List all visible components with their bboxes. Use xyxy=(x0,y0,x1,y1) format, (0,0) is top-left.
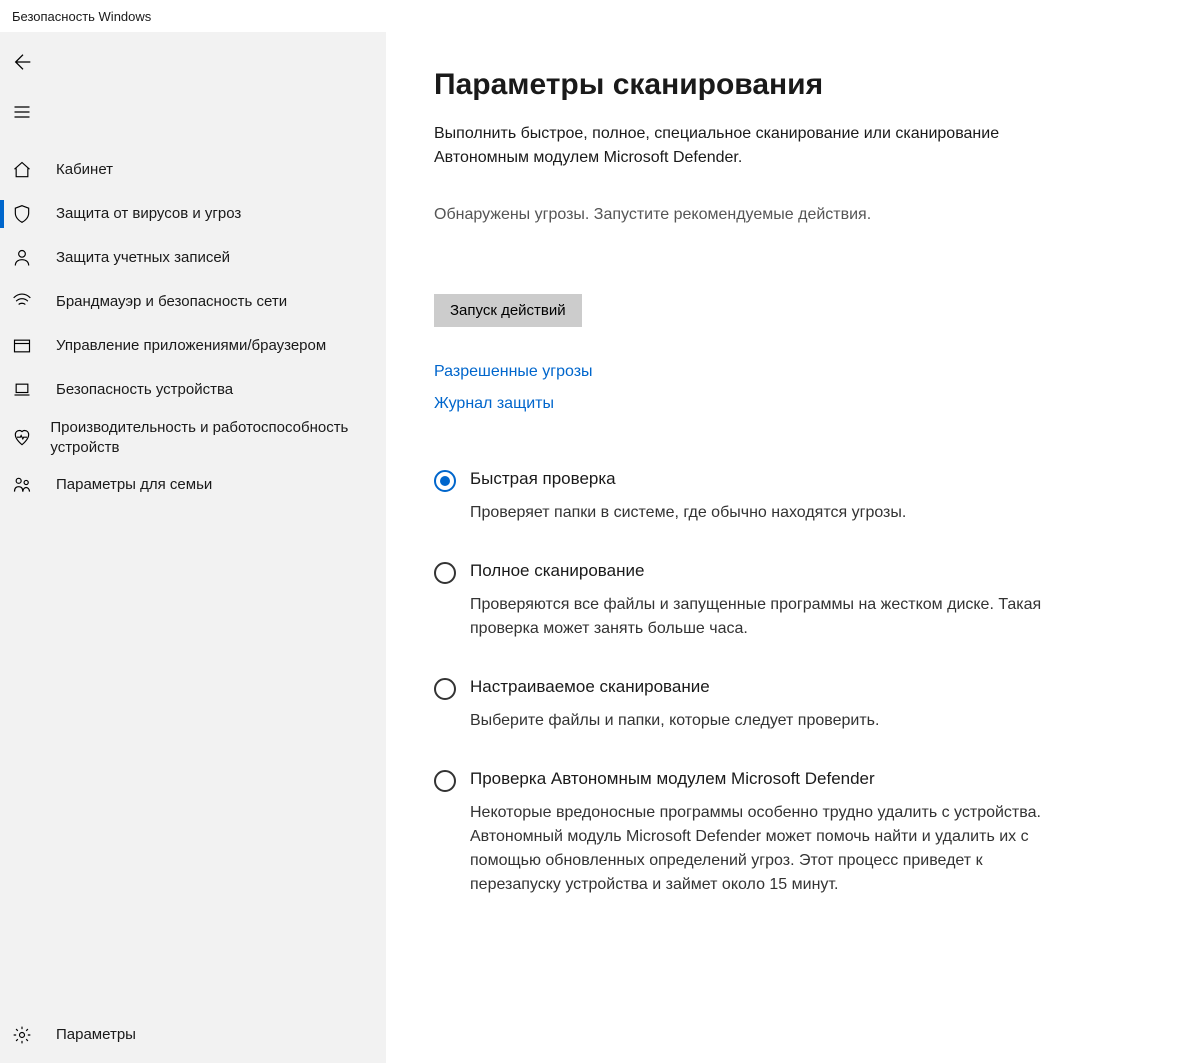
radio-full[interactable] xyxy=(434,562,456,584)
scan-option-desc: Выберите файлы и папки, которые следует … xyxy=(470,709,1054,733)
sidebar-item-firewall[interactable]: Брандмауэр и безопасность сети xyxy=(0,280,386,324)
sidebar-item-home[interactable]: Кабинет xyxy=(0,148,386,192)
family-icon xyxy=(12,475,56,495)
app-root: Безопасность Windows xyxy=(0,0,1201,1063)
scan-text: Проверка Автономным модулем Microsoft De… xyxy=(470,769,1054,897)
page-subtitle: Выполнить быстрое, полное, специальное с… xyxy=(434,122,1034,170)
back-arrow-icon xyxy=(12,51,34,73)
allowed-threats-link[interactable]: Разрешенные угрозы xyxy=(434,363,1153,381)
radio-col xyxy=(434,769,470,897)
sidebar-item-label: Управление приложениями/браузером xyxy=(56,336,338,356)
scan-option-title: Полное сканирование xyxy=(470,561,1054,581)
sidebar-item-label: Защита от вирусов и угроз xyxy=(56,204,253,224)
radio-col xyxy=(434,561,470,641)
sidebar-item-label: Кабинет xyxy=(56,160,125,180)
back-button[interactable] xyxy=(0,40,48,84)
scan-text: Полное сканирование Проверяются все файл… xyxy=(470,561,1054,641)
sidebar-bottom: Параметры xyxy=(0,1013,386,1063)
sidebar-item-health[interactable]: Производительность и работоспособность у… xyxy=(0,412,386,463)
main-content: Параметры сканирования Выполнить быстрое… xyxy=(386,32,1201,1063)
sidebar-item-label: Защита учетных записей xyxy=(56,248,242,268)
radio-col xyxy=(434,677,470,733)
sidebar-item-account[interactable]: Защита учетных записей xyxy=(0,236,386,280)
scan-option-desc: Проверяются все файлы и запущенные прогр… xyxy=(470,593,1054,641)
sidebar-item-label: Безопасность устройства xyxy=(56,380,245,400)
sidebar-item-device-security[interactable]: Безопасность устройства xyxy=(0,368,386,412)
page-title: Параметры сканирования xyxy=(434,68,1153,102)
status-text: Обнаружены угрозы. Запустите рекомендуем… xyxy=(434,206,1153,224)
sidebar-item-label: Параметры xyxy=(56,1025,148,1045)
laptop-icon xyxy=(12,380,56,400)
sidebar-top: Кабинет Защита от вирусов и угроз xyxy=(0,40,386,1013)
titlebar: Безопасность Windows xyxy=(0,0,1201,32)
radio-quick[interactable] xyxy=(434,470,456,492)
scan-options: Быстрая проверка Проверяет папки в систе… xyxy=(434,469,1054,897)
radio-col xyxy=(434,469,470,525)
home-icon xyxy=(12,160,56,180)
person-icon xyxy=(12,248,56,268)
radio-custom[interactable] xyxy=(434,678,456,700)
protection-history-link[interactable]: Журнал защиты xyxy=(434,395,1153,413)
sidebar-item-family[interactable]: Параметры для семьи xyxy=(0,463,386,507)
scan-option-title: Проверка Автономным модулем Microsoft De… xyxy=(470,769,1054,789)
radio-offline[interactable] xyxy=(434,770,456,792)
links-block: Разрешенные угрозы Журнал защиты xyxy=(434,363,1153,413)
sidebar: Кабинет Защита от вирусов и угроз xyxy=(0,32,386,1063)
app-browser-icon xyxy=(12,336,56,356)
scan-option-offline[interactable]: Проверка Автономным модулем Microsoft De… xyxy=(434,769,1054,897)
scan-option-desc: Проверяет папки в системе, где обычно на… xyxy=(470,501,1054,525)
scan-option-title: Настраиваемое сканирование xyxy=(470,677,1054,697)
hamburger-icon xyxy=(12,102,32,122)
network-icon xyxy=(12,292,56,312)
heart-icon xyxy=(12,428,50,448)
app-body: Кабинет Защита от вирусов и угроз xyxy=(0,32,1201,1063)
sidebar-item-label: Производительность и работоспособность у… xyxy=(50,418,386,457)
scan-option-desc: Некоторые вредоносные программы особенно… xyxy=(470,801,1054,897)
sidebar-item-settings[interactable]: Параметры xyxy=(0,1013,386,1057)
sidebar-item-appcontrol[interactable]: Управление приложениями/браузером xyxy=(0,324,386,368)
gear-icon xyxy=(12,1025,56,1045)
scan-text: Настраиваемое сканирование Выберите файл… xyxy=(470,677,1054,733)
scan-option-quick[interactable]: Быстрая проверка Проверяет папки в систе… xyxy=(434,469,1054,525)
run-actions-button[interactable]: Запуск действий xyxy=(434,294,582,327)
scan-option-custom[interactable]: Настраиваемое сканирование Выберите файл… xyxy=(434,677,1054,733)
hamburger-button[interactable] xyxy=(0,90,48,134)
scan-option-full[interactable]: Полное сканирование Проверяются все файл… xyxy=(434,561,1054,641)
sidebar-item-label: Брандмауэр и безопасность сети xyxy=(56,292,299,312)
shield-icon xyxy=(12,204,56,224)
scan-text: Быстрая проверка Проверяет папки в систе… xyxy=(470,469,1054,525)
scan-option-title: Быстрая проверка xyxy=(470,469,1054,489)
sidebar-item-label: Параметры для семьи xyxy=(56,475,224,495)
window-title: Безопасность Windows xyxy=(12,9,151,24)
sidebar-item-virus[interactable]: Защита от вирусов и угроз xyxy=(0,192,386,236)
